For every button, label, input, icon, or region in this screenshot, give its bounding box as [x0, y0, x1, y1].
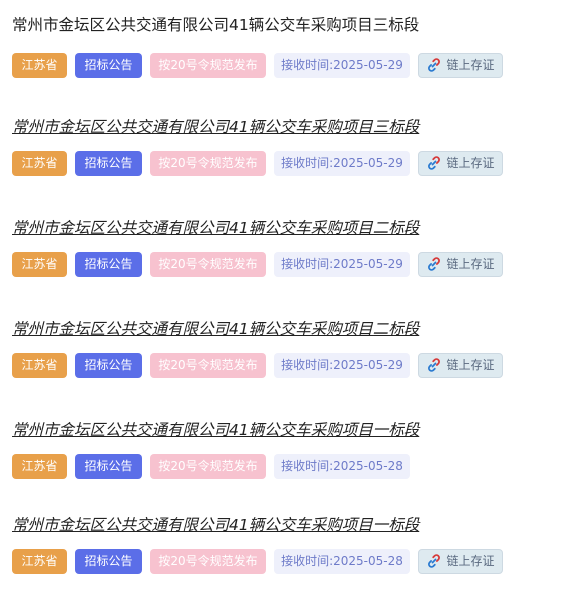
item-title-link[interactable]: 常州市金坛区公共交通有限公司41辆公交车采购项目一标段: [12, 514, 511, 536]
item-title-link[interactable]: 常州市金坛区公共交通有限公司41辆公交车采购项目二标段: [12, 217, 511, 239]
tag-row: 江苏省 招标公告 按20号令规范发布 接收时间:2025-05-29 链上存证: [12, 150, 511, 176]
chain-label: 链上存证: [446, 155, 495, 170]
list-item: 常州市金坛区公共交通有限公司41辆公交车采购项目二标段 江苏省 招标公告 按20…: [12, 217, 511, 277]
chain-label: 链上存证: [446, 256, 495, 271]
rule-tag: 按20号令规范发布: [150, 150, 266, 176]
link-icon: [428, 257, 441, 271]
received-time-tag: 接收时间:2025-05-28: [274, 548, 410, 574]
province-tag: 江苏省: [12, 150, 67, 176]
item-title-link[interactable]: 常州市金坛区公共交通有限公司41辆公交车采购项目三标段: [12, 116, 511, 138]
list-item: 常州市金坛区公共交通有限公司41辆公交车采购项目三标段 江苏省 招标公告 按20…: [12, 14, 511, 78]
tag-row: 江苏省 招标公告 按20号令规范发布 接收时间:2025-05-29 链上存证: [12, 52, 511, 78]
blockchain-proof-button[interactable]: 链上存证: [418, 150, 503, 176]
blockchain-proof-button[interactable]: 链上存证: [418, 52, 503, 78]
tag-row: 江苏省 招标公告 按20号令规范发布 接收时间:2025-05-28 链上存证: [12, 548, 511, 574]
received-time-tag: 接收时间:2025-05-29: [274, 251, 410, 277]
tag-row: 江苏省 招标公告 按20号令规范发布 接收时间:2025-05-29 链上存证: [12, 352, 511, 378]
chain-label: 链上存证: [446, 553, 495, 568]
received-time-tag: 接收时间:2025-05-29: [274, 52, 410, 78]
type-tag: 招标公告: [75, 251, 142, 277]
type-tag: 招标公告: [75, 548, 142, 574]
type-tag: 招标公告: [75, 52, 142, 78]
rule-tag: 按20号令规范发布: [150, 52, 266, 78]
rule-tag: 按20号令规范发布: [150, 548, 266, 574]
received-time-tag: 接收时间:2025-05-29: [274, 150, 410, 176]
type-tag: 招标公告: [75, 352, 142, 378]
list-item: 常州市金坛区公共交通有限公司41辆公交车采购项目一标段 江苏省 招标公告 按20…: [12, 419, 419, 479]
item-title-link[interactable]: 常州市金坛区公共交通有限公司41辆公交车采购项目一标段: [12, 419, 419, 441]
link-icon: [428, 554, 441, 568]
item-title-link[interactable]: 常州市金坛区公共交通有限公司41辆公交车采购项目三标段: [12, 14, 511, 36]
link-icon: [428, 156, 441, 170]
province-tag: 江苏省: [12, 251, 67, 277]
chain-label: 链上存证: [446, 57, 495, 72]
received-time-tag: 接收时间:2025-05-28: [274, 453, 410, 479]
rule-tag: 按20号令规范发布: [150, 453, 266, 479]
province-tag: 江苏省: [12, 52, 67, 78]
blockchain-proof-button[interactable]: 链上存证: [418, 251, 503, 277]
tag-row: 江苏省 招标公告 按20号令规范发布 接收时间:2025-05-28: [12, 453, 419, 479]
list-item: 常州市金坛区公共交通有限公司41辆公交车采购项目二标段 江苏省 招标公告 按20…: [12, 318, 511, 378]
blockchain-proof-button[interactable]: 链上存证: [418, 548, 503, 574]
list-item: 常州市金坛区公共交通有限公司41辆公交车采购项目三标段 江苏省 招标公告 按20…: [12, 116, 511, 176]
chain-label: 链上存证: [446, 357, 495, 372]
link-icon: [428, 358, 441, 372]
link-icon: [428, 58, 441, 72]
province-tag: 江苏省: [12, 548, 67, 574]
blockchain-proof-button[interactable]: 链上存证: [418, 352, 503, 378]
list-item: 常州市金坛区公共交通有限公司41辆公交车采购项目一标段 江苏省 招标公告 按20…: [12, 514, 511, 574]
tag-row: 江苏省 招标公告 按20号令规范发布 接收时间:2025-05-29 链上存证: [12, 251, 511, 277]
rule-tag: 按20号令规范发布: [150, 251, 266, 277]
province-tag: 江苏省: [12, 453, 67, 479]
received-time-tag: 接收时间:2025-05-29: [274, 352, 410, 378]
rule-tag: 按20号令规范发布: [150, 352, 266, 378]
item-title-link[interactable]: 常州市金坛区公共交通有限公司41辆公交车采购项目二标段: [12, 318, 511, 340]
type-tag: 招标公告: [75, 150, 142, 176]
province-tag: 江苏省: [12, 352, 67, 378]
type-tag: 招标公告: [75, 453, 142, 479]
